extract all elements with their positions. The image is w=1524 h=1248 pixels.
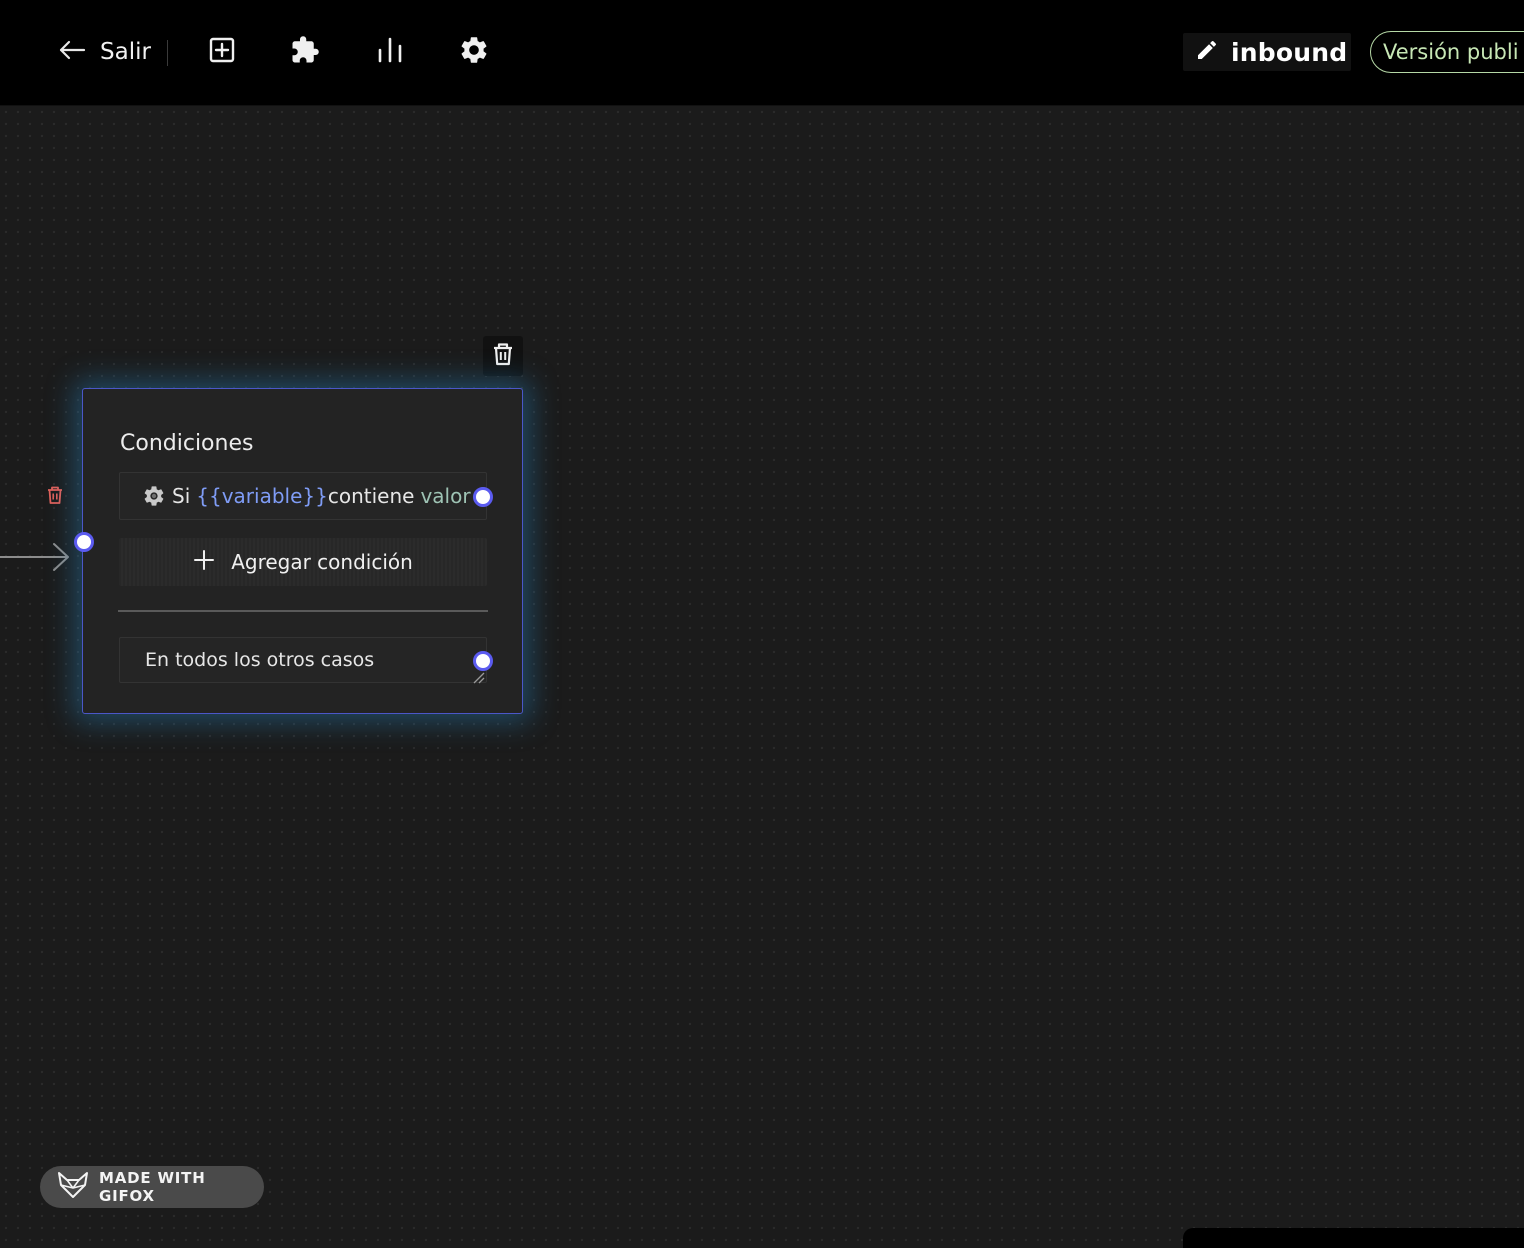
- condition-prefix: Si: [172, 484, 191, 508]
- version-label: Versión publi: [1383, 40, 1519, 64]
- bottom-panel-edge: [1183, 1228, 1524, 1248]
- add-block-button[interactable]: [200, 30, 244, 74]
- incoming-edge: [0, 543, 69, 571]
- node-divider: [118, 610, 488, 612]
- condition-operator: contiene: [327, 484, 415, 508]
- else-row[interactable]: En todos los otros casos: [119, 637, 487, 683]
- toolbar-divider: [167, 40, 168, 66]
- flow-name: inbound: [1231, 37, 1348, 67]
- node-title: Condiciones: [120, 431, 254, 456]
- add-condition-button[interactable]: Agregar condición: [119, 538, 487, 586]
- plus-icon: [193, 549, 215, 576]
- back-label: Salir: [100, 39, 151, 65]
- else-output-handle[interactable]: [473, 651, 493, 671]
- add-block-icon: [209, 37, 235, 67]
- settings-button[interactable]: [452, 30, 496, 74]
- condition-row[interactable]: Si {{variable}} contiene valor: [119, 472, 487, 520]
- gifox-badge: MADE WITH GIFOX: [40, 1166, 264, 1208]
- delete-edge-trash-icon[interactable]: [44, 484, 66, 510]
- gifox-badge-label: MADE WITH GIFOX: [99, 1169, 206, 1205]
- condition-variable: {{variable}}: [196, 484, 328, 508]
- version-badge[interactable]: Versión publi: [1370, 31, 1524, 73]
- condition-value: valor: [420, 484, 471, 508]
- delete-node-button[interactable]: [483, 336, 523, 376]
- pencil-icon: [1195, 38, 1219, 66]
- puzzle-icon: [290, 35, 320, 69]
- gear-icon: [458, 34, 490, 70]
- condition-gear-icon: [142, 484, 166, 508]
- flow-name-field[interactable]: inbound: [1183, 33, 1351, 71]
- add-condition-label: Agregar condición: [231, 550, 413, 574]
- node-input-handle[interactable]: [74, 532, 94, 552]
- top-toolbar: Salir inbound Versión publi: [0, 0, 1524, 106]
- conditions-node[interactable]: Condiciones Si {{variable}} contiene val…: [82, 388, 523, 714]
- integrations-button[interactable]: [283, 30, 327, 74]
- back-button[interactable]: Salir: [58, 30, 151, 74]
- arrow-left-icon: [58, 40, 86, 64]
- condition-output-handle[interactable]: [473, 487, 493, 507]
- resize-grip-icon[interactable]: [471, 669, 485, 688]
- bar-chart-icon: [376, 37, 404, 67]
- analytics-button[interactable]: [368, 30, 412, 74]
- trash-icon: [490, 341, 516, 371]
- fox-logo-icon: [57, 1171, 89, 1203]
- else-label: En todos los otros casos: [145, 649, 375, 671]
- flow-canvas[interactable]: Condiciones Si {{variable}} contiene val…: [0, 106, 1524, 1248]
